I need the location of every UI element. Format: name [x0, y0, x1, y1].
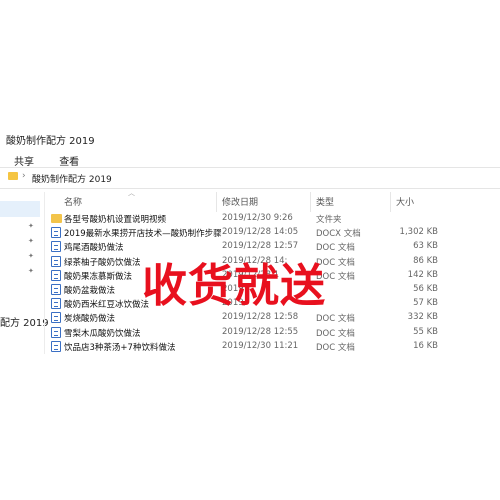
sidebar-divider: [44, 192, 45, 354]
ribbon-divider: [0, 167, 500, 168]
column-divider[interactable]: [216, 192, 217, 212]
chevron-right-icon[interactable]: ›: [22, 171, 26, 181]
column-divider[interactable]: [390, 192, 391, 212]
file-type: DOC 文档: [316, 342, 355, 353]
column-header-date[interactable]: 修改日期: [222, 195, 258, 208]
file-name: 鸡尾酒酸奶做法: [64, 243, 124, 254]
window-title: 酸奶制作配方 2019: [6, 136, 95, 147]
file-name: 酸奶盆栽做法: [64, 286, 116, 296]
file-name: 2019最新水果捞开店技术—酸奶制作步骤: [64, 229, 222, 240]
file-row[interactable]: 饮品店3种茶汤+7种饮料做法 2019/12/30 11:21 DOC 文档 16 K…: [48, 340, 500, 354]
column-header-type[interactable]: 类型: [316, 195, 334, 208]
file-name: 炭烧酸奶做法: [64, 314, 116, 325]
document-icon: [51, 312, 61, 324]
column-header-name[interactable]: 名称: [64, 195, 82, 208]
sort-up-icon: ︿: [128, 189, 135, 197]
column-divider[interactable]: [310, 192, 311, 212]
file-size: 332 KB: [407, 312, 438, 323]
file-name: 各型号酸奶机设置说明视频: [64, 215, 167, 225]
file-name: 绿茶柚子酸奶饮做法: [64, 257, 141, 268]
file-name: 酸奶果冻慕斯做法: [64, 271, 133, 282]
address-bar[interactable]: 酸奶制作配方 2019: [32, 172, 112, 185]
document-icon: [51, 227, 61, 239]
file-row[interactable]: 雪梨木瓜酸奶饮做法 2019/12/28 12:55 DOC 文档 55 KB: [48, 326, 500, 340]
pin-icon: ✦: [28, 252, 34, 260]
overlay-banner-text: 收货就送: [142, 259, 327, 312]
sidebar-item-selected[interactable]: [0, 201, 40, 217]
file-modified-date: 2019/12/28 12:55: [222, 326, 299, 337]
document-icon: [51, 284, 61, 295]
sidebar-item-folder[interactable]: 配方 2019: [0, 314, 49, 329]
file-size: 63 KB: [413, 241, 438, 252]
document-icon: [51, 298, 61, 310]
file-name: 雪梨木瓜酸奶饮做法: [64, 328, 141, 339]
file-size: 55 KB: [413, 326, 438, 337]
file-name: 酸奶西米红豆冰饮做法: [64, 300, 150, 311]
folder-icon: [51, 214, 62, 223]
document-icon: [51, 241, 61, 253]
file-type: DOC 文档: [316, 328, 355, 339]
address-divider: [0, 188, 500, 189]
file-modified-date: 2019/12/28 14:05: [222, 227, 299, 238]
file-name: 饮品店3种茶汤+7种饮料做法: [64, 342, 176, 353]
file-type: 文件夹: [316, 215, 342, 225]
file-size: 142 KB: [407, 269, 438, 280]
file-size: 57 KB: [413, 298, 438, 309]
column-header-size[interactable]: 大小: [396, 195, 414, 208]
file-type: DOCX 文档: [316, 229, 361, 240]
file-row[interactable]: 2019最新水果捞开店技术—酸奶制作步骤 2019/12/28 14:05 DOCX…: [48, 226, 500, 240]
file-size: 1,302 KB: [399, 227, 438, 238]
pin-icon: ✦: [28, 237, 34, 245]
folder-icon: [8, 172, 18, 180]
file-size: 86 KB: [413, 255, 438, 266]
file-size: 16 KB: [413, 340, 438, 351]
file-modified-date: 2019/12/30 9:26: [222, 213, 293, 223]
document-icon: [51, 269, 61, 281]
pin-icon: ✦: [28, 222, 34, 230]
document-icon: [51, 326, 61, 338]
document-icon: [51, 340, 61, 352]
pin-icon: ✦: [28, 267, 34, 275]
file-modified-date: 2019/12/30 11:21: [222, 340, 299, 351]
file-size: 56 KB: [413, 284, 438, 294]
ribbon-tabs: 共享 查看: [14, 153, 101, 168]
document-icon: [51, 255, 61, 267]
file-row[interactable]: 各型号酸奶机设置说明视频 2019/12/30 9:26 文件夹: [48, 212, 500, 226]
file-type: DOC 文档: [316, 314, 355, 325]
